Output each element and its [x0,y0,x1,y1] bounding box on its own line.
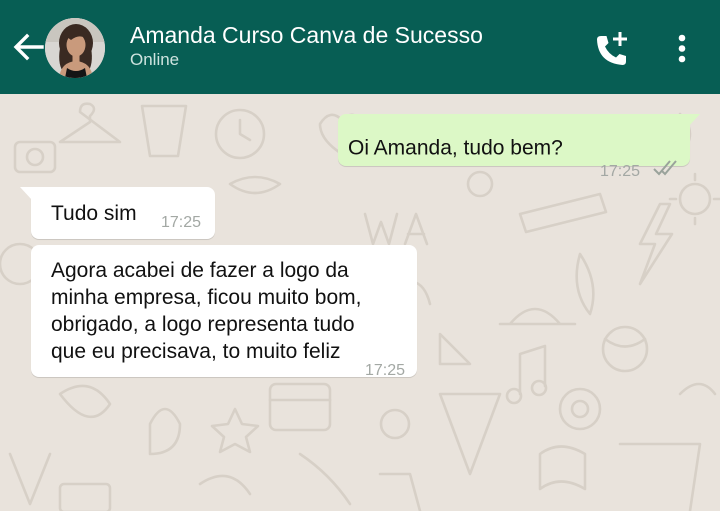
avatar[interactable] [45,18,105,78]
message-text: Tudo sim [51,202,137,225]
message-bubble-incoming[interactable]: Tudo sim 17:25 [31,187,215,239]
more-vertical-icon[interactable] [667,30,697,70]
message-bubble-incoming[interactable]: Agora acabei de fazer a logo da minha em… [31,245,417,379]
bubble-tail-incoming [20,187,32,200]
arrow-left-icon[interactable] [8,27,48,67]
message-line: obrigado, a logo representa tudo [51,313,355,336]
message-line: Agora acabei de fazer a logo da [51,259,349,282]
message-text: Agora acabei de fazer a logo da minha em… [51,257,411,365]
contact-status: Online [130,50,180,69]
message-timestamp: 17:25 [161,214,202,231]
message-timestamp: 17:25 [600,163,641,180]
message-timestamp: 17:25 [365,362,406,379]
message-bubble-outgoing[interactable]: Oi Amanda, tudo bem? 17:25 [338,114,690,180]
chat-area[interactable]: Oi Amanda, tudo bem? 17:25 Tudo sim 17:2… [0,94,720,511]
bubble-tail-outgoing [688,114,700,127]
message-line: que eu precisava, to muito feliz [51,340,341,363]
message-text: Oi Amanda, tudo bem? [348,136,563,160]
add-call-icon[interactable] [590,30,630,70]
chat-header: Amanda Curso Canva de Sucesso Online [0,0,720,94]
double-check-icon [653,160,677,176]
contact-name[interactable]: Amanda Curso Canva de Sucesso [130,21,483,49]
message-line: minha empresa, ficou muito bom, [51,286,362,309]
